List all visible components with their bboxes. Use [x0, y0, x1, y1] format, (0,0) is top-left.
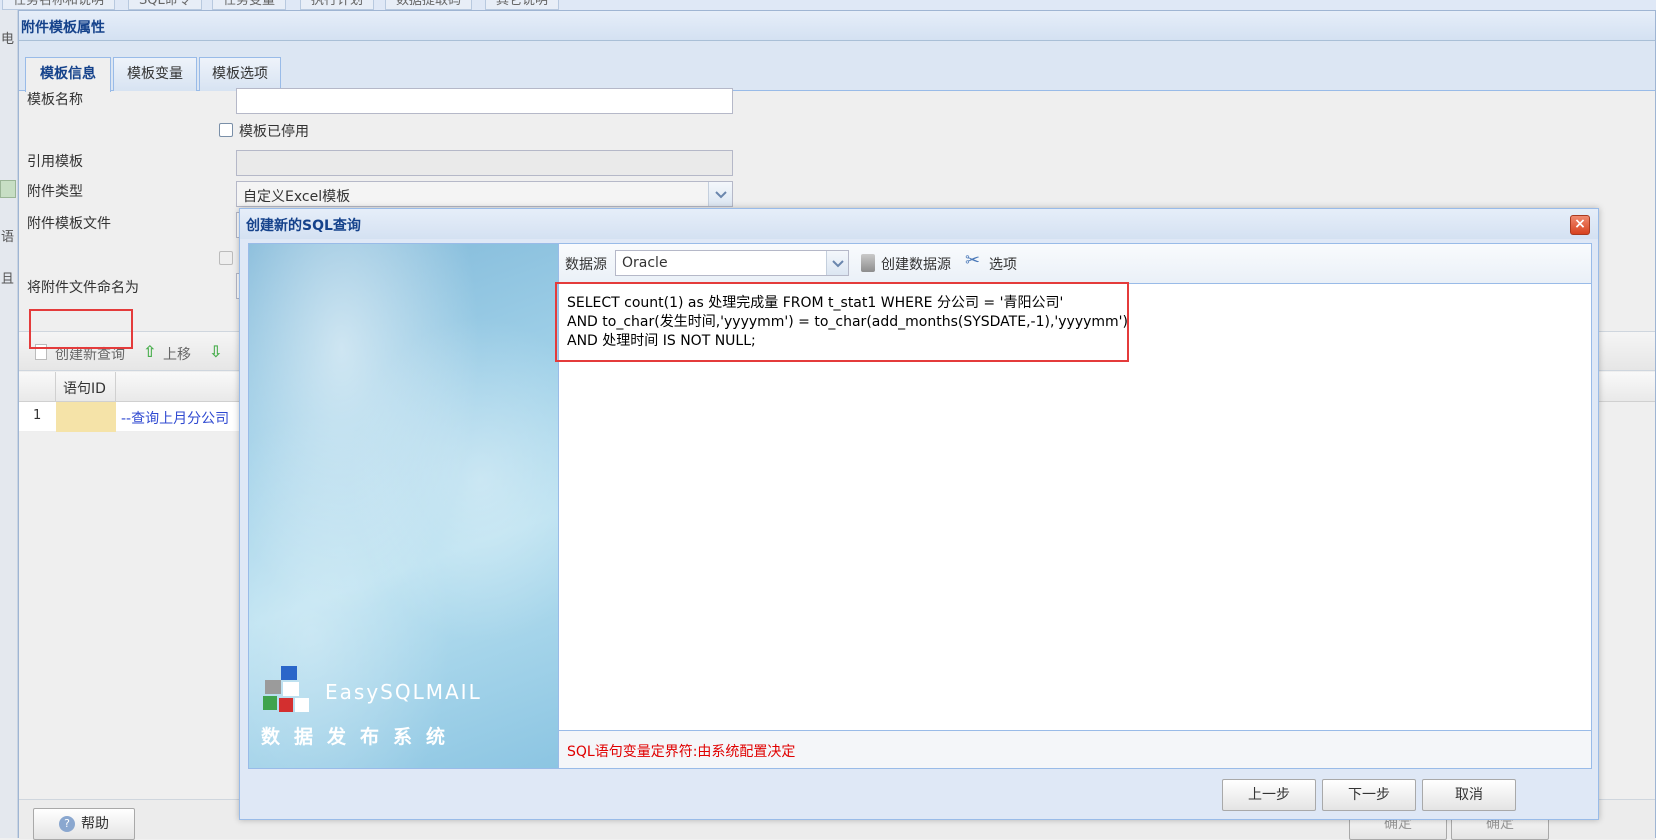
sql-dialog-body: EasySQLMAIL 数据发布系统 数据源 Oracle 创建数据源 ✂ 选项…	[248, 243, 1592, 769]
brand-subtitle: 数据发布系统	[261, 726, 460, 748]
delimiter-hint: SQL语句变量定界符:由系统配置决定	[567, 744, 796, 760]
database-icon	[861, 254, 875, 272]
row-id-cell[interactable]	[56, 402, 116, 432]
create-datasource-button[interactable]: 创建数据源	[881, 254, 951, 274]
options-button[interactable]: 选项	[989, 254, 1017, 274]
prev-button[interactable]: 上一步	[1222, 779, 1316, 811]
attachment-dialog-titlebar: 附件模板属性	[19, 11, 1655, 41]
reference-template-label: 引用模板	[27, 154, 83, 170]
datasource-value: Oracle	[622, 255, 668, 271]
hint-bar: SQL语句变量定界符:由系统配置决定	[559, 730, 1591, 768]
left-strip-char: 电	[1, 32, 15, 47]
row-statement-text: --查询上月分公司	[121, 411, 230, 427]
row-number: 1	[33, 408, 42, 423]
left-strip-char: 语	[1, 230, 15, 245]
highlight-sql-text	[555, 282, 1129, 362]
chevron-down-icon[interactable]	[708, 182, 732, 206]
template-name-input[interactable]	[236, 88, 733, 114]
sql-editor-pane: 数据源 Oracle 创建数据源 ✂ 选项 SELECT count(1) as…	[555, 244, 1591, 768]
datasource-select[interactable]: Oracle	[615, 250, 849, 276]
template-disabled-label: 模板已停用	[239, 124, 309, 140]
datasource-toolbar: 数据源 Oracle 创建数据源 ✂ 选项	[559, 244, 1591, 284]
create-sql-query-dialog: 创建新的SQL查询 × EasySQLMAIL 数据发布系统 数据源 Oracl…	[239, 208, 1599, 820]
help-icon: ?	[59, 816, 75, 832]
sql-dialog-titlebar: 创建新的SQL查询 ×	[240, 209, 1598, 239]
table-row[interactable]: 1 --查询上月分公司	[19, 402, 249, 432]
tab-template-options[interactable]: 模板选项	[199, 57, 281, 91]
tab-schedule[interactable]: 执行计划	[300, 0, 375, 10]
cancel-button[interactable]: 取消	[1422, 779, 1516, 811]
help-button[interactable]: ? 帮助	[33, 808, 135, 840]
attachment-type-value: 自定义Excel模板	[243, 189, 351, 205]
template-name-label: 模板名称	[27, 92, 83, 108]
background-tab-strip: 任务名称和说明 SQL命令 任务变量 执行计划 数据提取码 其它说明	[0, 0, 1656, 10]
stmt-id-header[interactable]: 语句ID	[63, 378, 106, 398]
datasource-label: 数据源	[565, 257, 607, 273]
sql-dialog-title: 创建新的SQL查询	[246, 218, 361, 234]
brand-banner: EasySQLMAIL 数据发布系统	[249, 244, 559, 768]
tab-template-variables[interactable]: 模板变量	[113, 57, 197, 91]
help-label: 帮助	[81, 816, 109, 832]
background-left-strip: 电 语 且	[0, 10, 18, 838]
left-strip-icon	[0, 180, 16, 198]
move-up-button[interactable]: 上移	[163, 344, 191, 364]
reference-template-input[interactable]	[236, 150, 733, 176]
tab-template-info[interactable]: 模板信息	[25, 57, 111, 92]
tab-sql-command[interactable]: SQL命令	[128, 0, 202, 10]
template-file-label: 附件模板文件	[27, 216, 111, 232]
attachment-type-select[interactable]: 自定义Excel模板	[236, 181, 733, 207]
secondary-checkbox[interactable]	[219, 251, 233, 265]
tab-other-notes[interactable]: 其它说明	[485, 0, 560, 10]
tab-extract-code[interactable]: 数据提取码	[385, 0, 473, 10]
arrow-down-icon[interactable]: ⇩	[209, 342, 222, 361]
template-tabstrip: 模板信息 模板变量 模板选项	[19, 41, 1655, 92]
next-button[interactable]: 下一步	[1322, 779, 1416, 811]
tab-task-name[interactable]: 任务名称和说明	[2, 0, 116, 10]
grid-divider	[55, 372, 56, 402]
tools-icon: ✂	[965, 250, 981, 271]
template-disabled-checkbox[interactable]	[219, 123, 233, 137]
attachment-type-label: 附件类型	[27, 184, 83, 200]
arrow-up-icon: ⇧	[143, 342, 157, 361]
rename-label: 将附件文件命名为	[27, 280, 139, 296]
left-strip-char: 且	[1, 272, 15, 287]
chevron-down-icon[interactable]	[826, 251, 848, 275]
attachment-dialog-title: 附件模板属性	[21, 20, 105, 36]
app-logo-icon	[263, 666, 309, 712]
close-icon[interactable]: ×	[1570, 215, 1590, 235]
tab-task-variables[interactable]: 任务变量	[212, 0, 287, 10]
brand-name: EasySQLMAIL	[325, 680, 482, 704]
grid-divider	[115, 372, 116, 402]
highlight-new-query	[29, 309, 133, 349]
